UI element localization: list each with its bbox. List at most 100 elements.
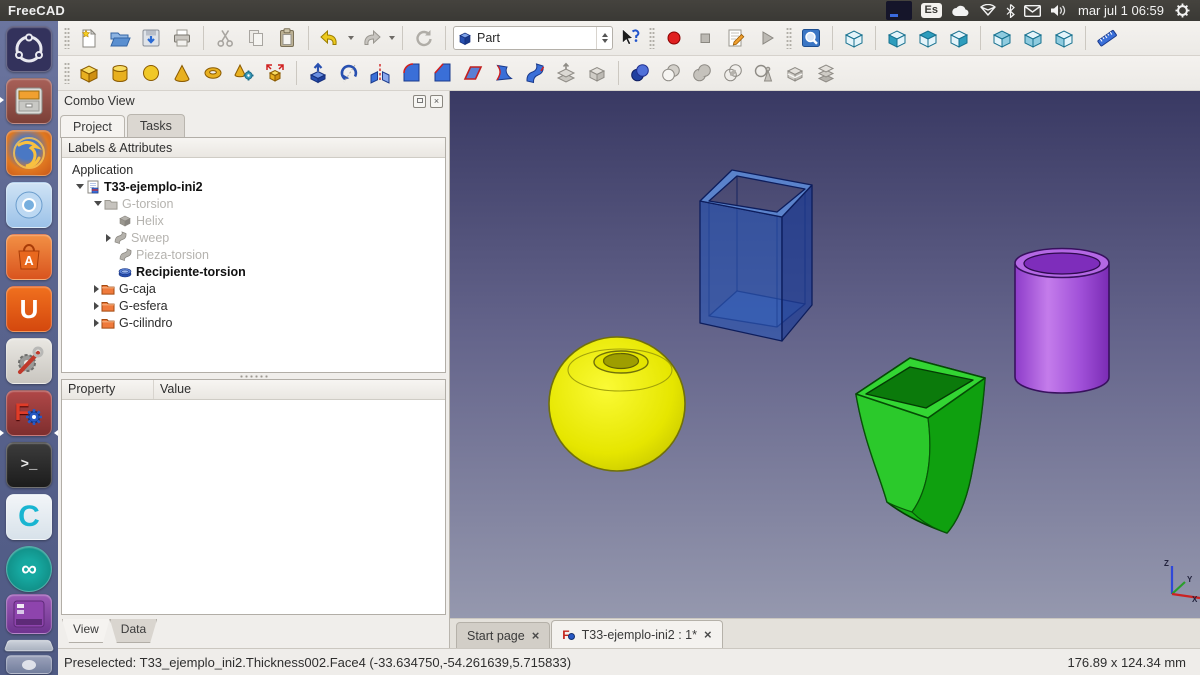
tab-close-icon[interactable]: ×	[704, 628, 712, 641]
part-revolve-button[interactable]	[335, 59, 363, 87]
yellow-sphere-container[interactable]	[549, 337, 685, 471]
tree-item-document[interactable]: T33-ejemplo-ini2	[66, 178, 445, 195]
part-boolean-button[interactable]	[626, 59, 654, 87]
launcher-item-trash[interactable]	[6, 655, 52, 674]
keyboard-layout-indicator[interactable]: Es	[921, 3, 942, 18]
launcher-item-arduino[interactable]: ∞	[6, 546, 52, 592]
part-mirror-button[interactable]	[366, 59, 394, 87]
workbench-spin-buttons[interactable]	[596, 27, 608, 49]
print-button[interactable]	[168, 24, 196, 52]
toolbar-handle[interactable]	[786, 27, 792, 49]
tree-item-pieza-torsion[interactable]: Pieza-torsion	[66, 246, 445, 263]
part-offset-button[interactable]	[552, 59, 580, 87]
launcher-item-dash[interactable]	[6, 26, 52, 72]
macro-edit-button[interactable]	[722, 24, 750, 52]
view-right-button[interactable]	[945, 24, 973, 52]
launcher-item-firefox[interactable]	[6, 130, 52, 176]
toolbar-handle[interactable]	[64, 62, 70, 84]
clock[interactable]: mar jul 1 06:59	[1076, 3, 1166, 18]
part-compound-button[interactable]	[812, 59, 840, 87]
part-boolean-cut-button[interactable]	[657, 59, 685, 87]
part-primitives-button[interactable]	[230, 59, 258, 87]
launcher-item-ubuntu-one[interactable]: U	[6, 286, 52, 332]
undo-button[interactable]	[316, 24, 344, 52]
tab-data[interactable]: Data	[110, 619, 157, 643]
tree-item-sweep[interactable]: Sweep	[66, 229, 445, 246]
3d-viewport[interactable]: Z Y X	[450, 91, 1200, 618]
launcher-item-software-center[interactable]: A	[6, 234, 52, 280]
undo-dropdown-arrow[interactable]	[348, 36, 354, 40]
view-bottom-button[interactable]	[1019, 24, 1047, 52]
part-make-face-button[interactable]	[459, 59, 487, 87]
panel-close-button[interactable]: ×	[430, 95, 443, 108]
purple-cylinder-container[interactable]	[1015, 249, 1109, 394]
part-sphere-button[interactable]	[137, 59, 165, 87]
part-cone-button[interactable]	[168, 59, 196, 87]
expander-icon[interactable]	[76, 184, 84, 189]
tree-item-helix[interactable]: Helix	[66, 212, 445, 229]
measure-distance-button[interactable]	[1093, 24, 1121, 52]
part-boolean-union-button[interactable]	[688, 59, 716, 87]
part-torus-button[interactable]	[199, 59, 227, 87]
part-cylinder-button[interactable]	[106, 59, 134, 87]
3d-scene[interactable]	[450, 91, 1200, 618]
bluetooth-icon[interactable]	[1006, 4, 1015, 18]
launcher-item-app-stack[interactable]	[4, 640, 55, 651]
launcher-item-terminal[interactable]: >_	[6, 442, 52, 488]
wifi-icon[interactable]	[979, 4, 997, 17]
volume-icon[interactable]	[1050, 4, 1067, 17]
expander-icon[interactable]	[106, 234, 111, 242]
cloud-icon[interactable]	[951, 4, 970, 17]
expander-icon[interactable]	[94, 302, 99, 310]
redo-button[interactable]	[357, 24, 385, 52]
window-thumbnail-icon[interactable]	[886, 1, 912, 20]
toolbar-handle[interactable]	[649, 27, 655, 49]
tree-item-g-esfera[interactable]: G-esfera	[66, 297, 445, 314]
whats-this-button[interactable]	[616, 24, 644, 52]
cut-button[interactable]	[211, 24, 239, 52]
launcher-item-media-app[interactable]	[6, 594, 52, 634]
expander-icon[interactable]	[94, 201, 102, 206]
document-tab-start-page[interactable]: Start page ×	[456, 622, 550, 648]
part-fillet-button[interactable]	[397, 59, 425, 87]
save-document-button[interactable]	[137, 24, 165, 52]
view-front-button[interactable]	[883, 24, 911, 52]
part-loft-button[interactable]	[521, 59, 549, 87]
tree-item-g-cilindro[interactable]: G-cilindro	[66, 314, 445, 331]
view-left-button[interactable]	[1050, 24, 1078, 52]
refresh-button[interactable]	[410, 24, 438, 52]
tab-tasks[interactable]: Tasks	[127, 114, 185, 137]
session-gear-icon[interactable]	[1175, 3, 1190, 18]
expander-icon[interactable]	[94, 285, 99, 293]
tree-item-recipiente-torsion[interactable]: Recipiente-torsion	[66, 263, 445, 280]
part-box-button[interactable]	[75, 59, 103, 87]
launcher-item-c-ide[interactable]: C	[6, 494, 52, 540]
tree-item-application[interactable]: Application	[66, 161, 445, 178]
part-ruled-surface-button[interactable]	[490, 59, 518, 87]
toolbar-handle[interactable]	[64, 27, 70, 49]
tab-project[interactable]: Project	[60, 115, 125, 138]
panel-float-button[interactable]	[413, 95, 426, 108]
launcher-item-chromium[interactable]	[6, 182, 52, 228]
part-boolean-intersection-button[interactable]	[719, 59, 747, 87]
macro-record-button[interactable]	[660, 24, 688, 52]
copy-button[interactable]	[242, 24, 270, 52]
open-document-button[interactable]	[106, 24, 134, 52]
part-extrude-button[interactable]	[304, 59, 332, 87]
view-fit-all-button[interactable]	[797, 24, 825, 52]
view-top-button[interactable]	[914, 24, 942, 52]
tab-view[interactable]: View	[62, 619, 110, 643]
part-cross-sections-button[interactable]	[781, 59, 809, 87]
column-property[interactable]: Property	[62, 380, 154, 399]
redo-dropdown-arrow[interactable]	[389, 36, 395, 40]
document-tab-t33[interactable]: F T33-ejemplo-ini2 : 1* ×	[551, 620, 722, 648]
part-thickness-button[interactable]	[583, 59, 611, 87]
launcher-item-system-settings[interactable]	[6, 338, 52, 384]
column-value[interactable]: Value	[154, 380, 445, 399]
macro-play-button[interactable]	[753, 24, 781, 52]
tab-close-icon[interactable]: ×	[532, 629, 540, 642]
paste-button[interactable]	[273, 24, 301, 52]
part-chamfer-button[interactable]	[428, 59, 456, 87]
view-rear-button[interactable]	[988, 24, 1016, 52]
part-shape-builder-button[interactable]	[261, 59, 289, 87]
